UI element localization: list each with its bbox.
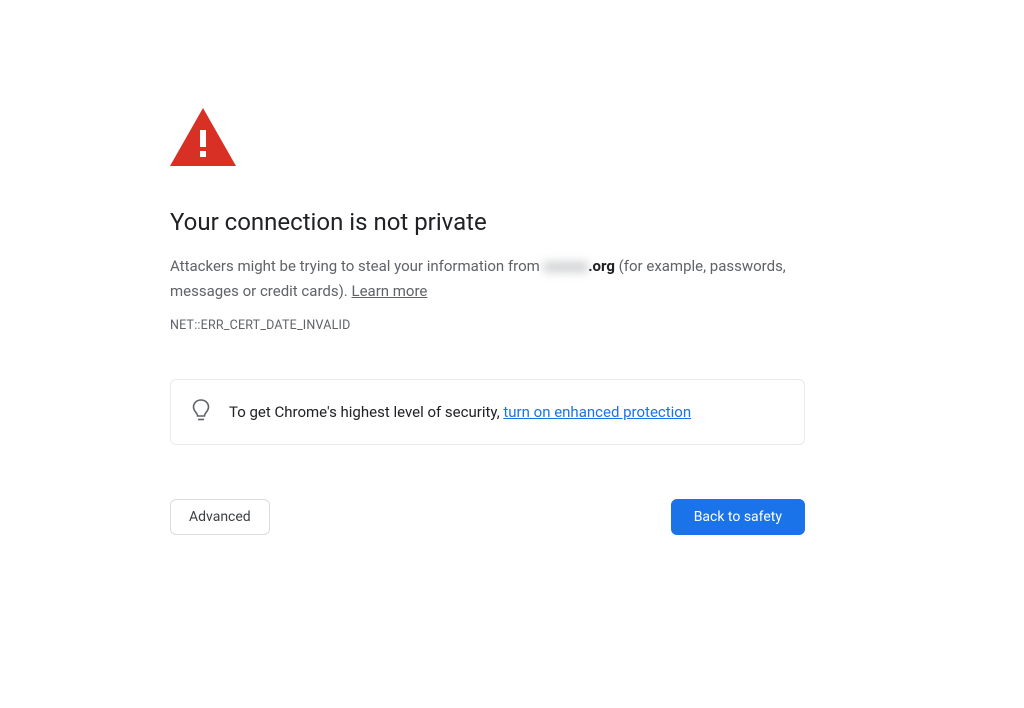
enhanced-protection-callout: To get Chrome's highest level of securit… <box>170 379 805 445</box>
button-row: Advanced Back to safety <box>170 499 805 535</box>
info-text: To get Chrome's highest level of securit… <box>229 403 503 421</box>
warning-triangle-icon <box>170 108 805 166</box>
advanced-button[interactable]: Advanced <box>170 499 270 535</box>
lightbulb-icon <box>191 398 211 426</box>
warning-description: Attackers might be trying to steal your … <box>170 254 805 304</box>
error-code: NET::ERR_CERT_DATE_INVALID <box>170 318 805 333</box>
info-text-container: To get Chrome's highest level of securit… <box>229 403 691 421</box>
learn-more-link[interactable]: Learn more <box>352 282 428 300</box>
desc-host-blurred: xxxxxx <box>544 257 589 275</box>
desc-domain-suffix: .org <box>588 257 615 275</box>
desc-prefix: Attackers might be trying to steal your … <box>170 257 544 275</box>
enhanced-protection-link[interactable]: turn on enhanced protection <box>503 403 691 421</box>
back-to-safety-button[interactable]: Back to safety <box>671 499 805 535</box>
warning-title: Your connection is not private <box>170 208 805 236</box>
ssl-warning-interstitial: Your connection is not private Attackers… <box>170 0 805 535</box>
